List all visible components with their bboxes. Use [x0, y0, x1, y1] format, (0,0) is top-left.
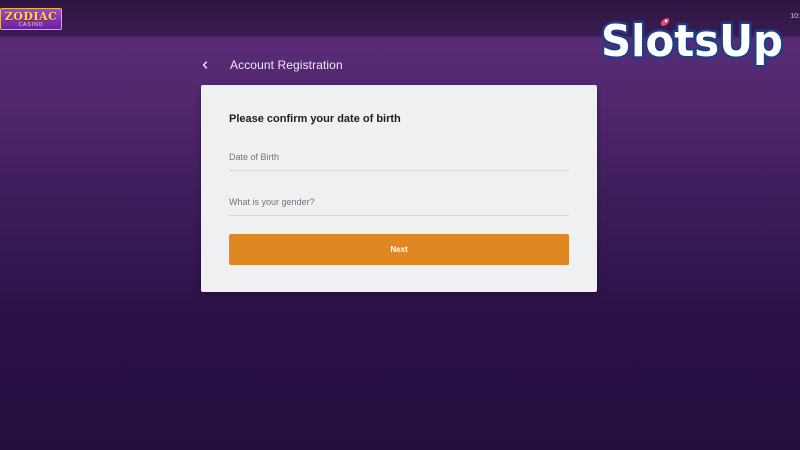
date-of-birth-field[interactable]: Date of Birth [229, 150, 569, 171]
zodiac-casino-logo[interactable]: ZODIAC CASINO [0, 8, 62, 30]
chevron-left-icon[interactable] [201, 56, 221, 74]
watermark-text: SlotsUp [601, 16, 783, 67]
next-button[interactable]: Next [229, 234, 569, 265]
slotsup-logo-icon: SlotsUp [599, 14, 786, 70]
logo-text: ZODIAC [4, 9, 58, 23]
date-of-birth-placeholder: Date of Birth [229, 152, 280, 162]
clock: 10: [790, 13, 800, 20]
next-button-label: Next [390, 245, 408, 254]
page-header: Account Registration [201, 56, 597, 74]
gender-field[interactable]: What is your gender? [229, 195, 569, 216]
registration-card: Please confirm your date of birth Date o… [201, 85, 597, 292]
form-heading: Please confirm your date of birth [229, 113, 401, 125]
gender-placeholder: What is your gender? [229, 197, 315, 207]
slotsup-watermark: SlotsUp [599, 12, 787, 70]
logo-subtext: CASINO [18, 21, 44, 28]
page-title: Account Registration [230, 58, 343, 72]
